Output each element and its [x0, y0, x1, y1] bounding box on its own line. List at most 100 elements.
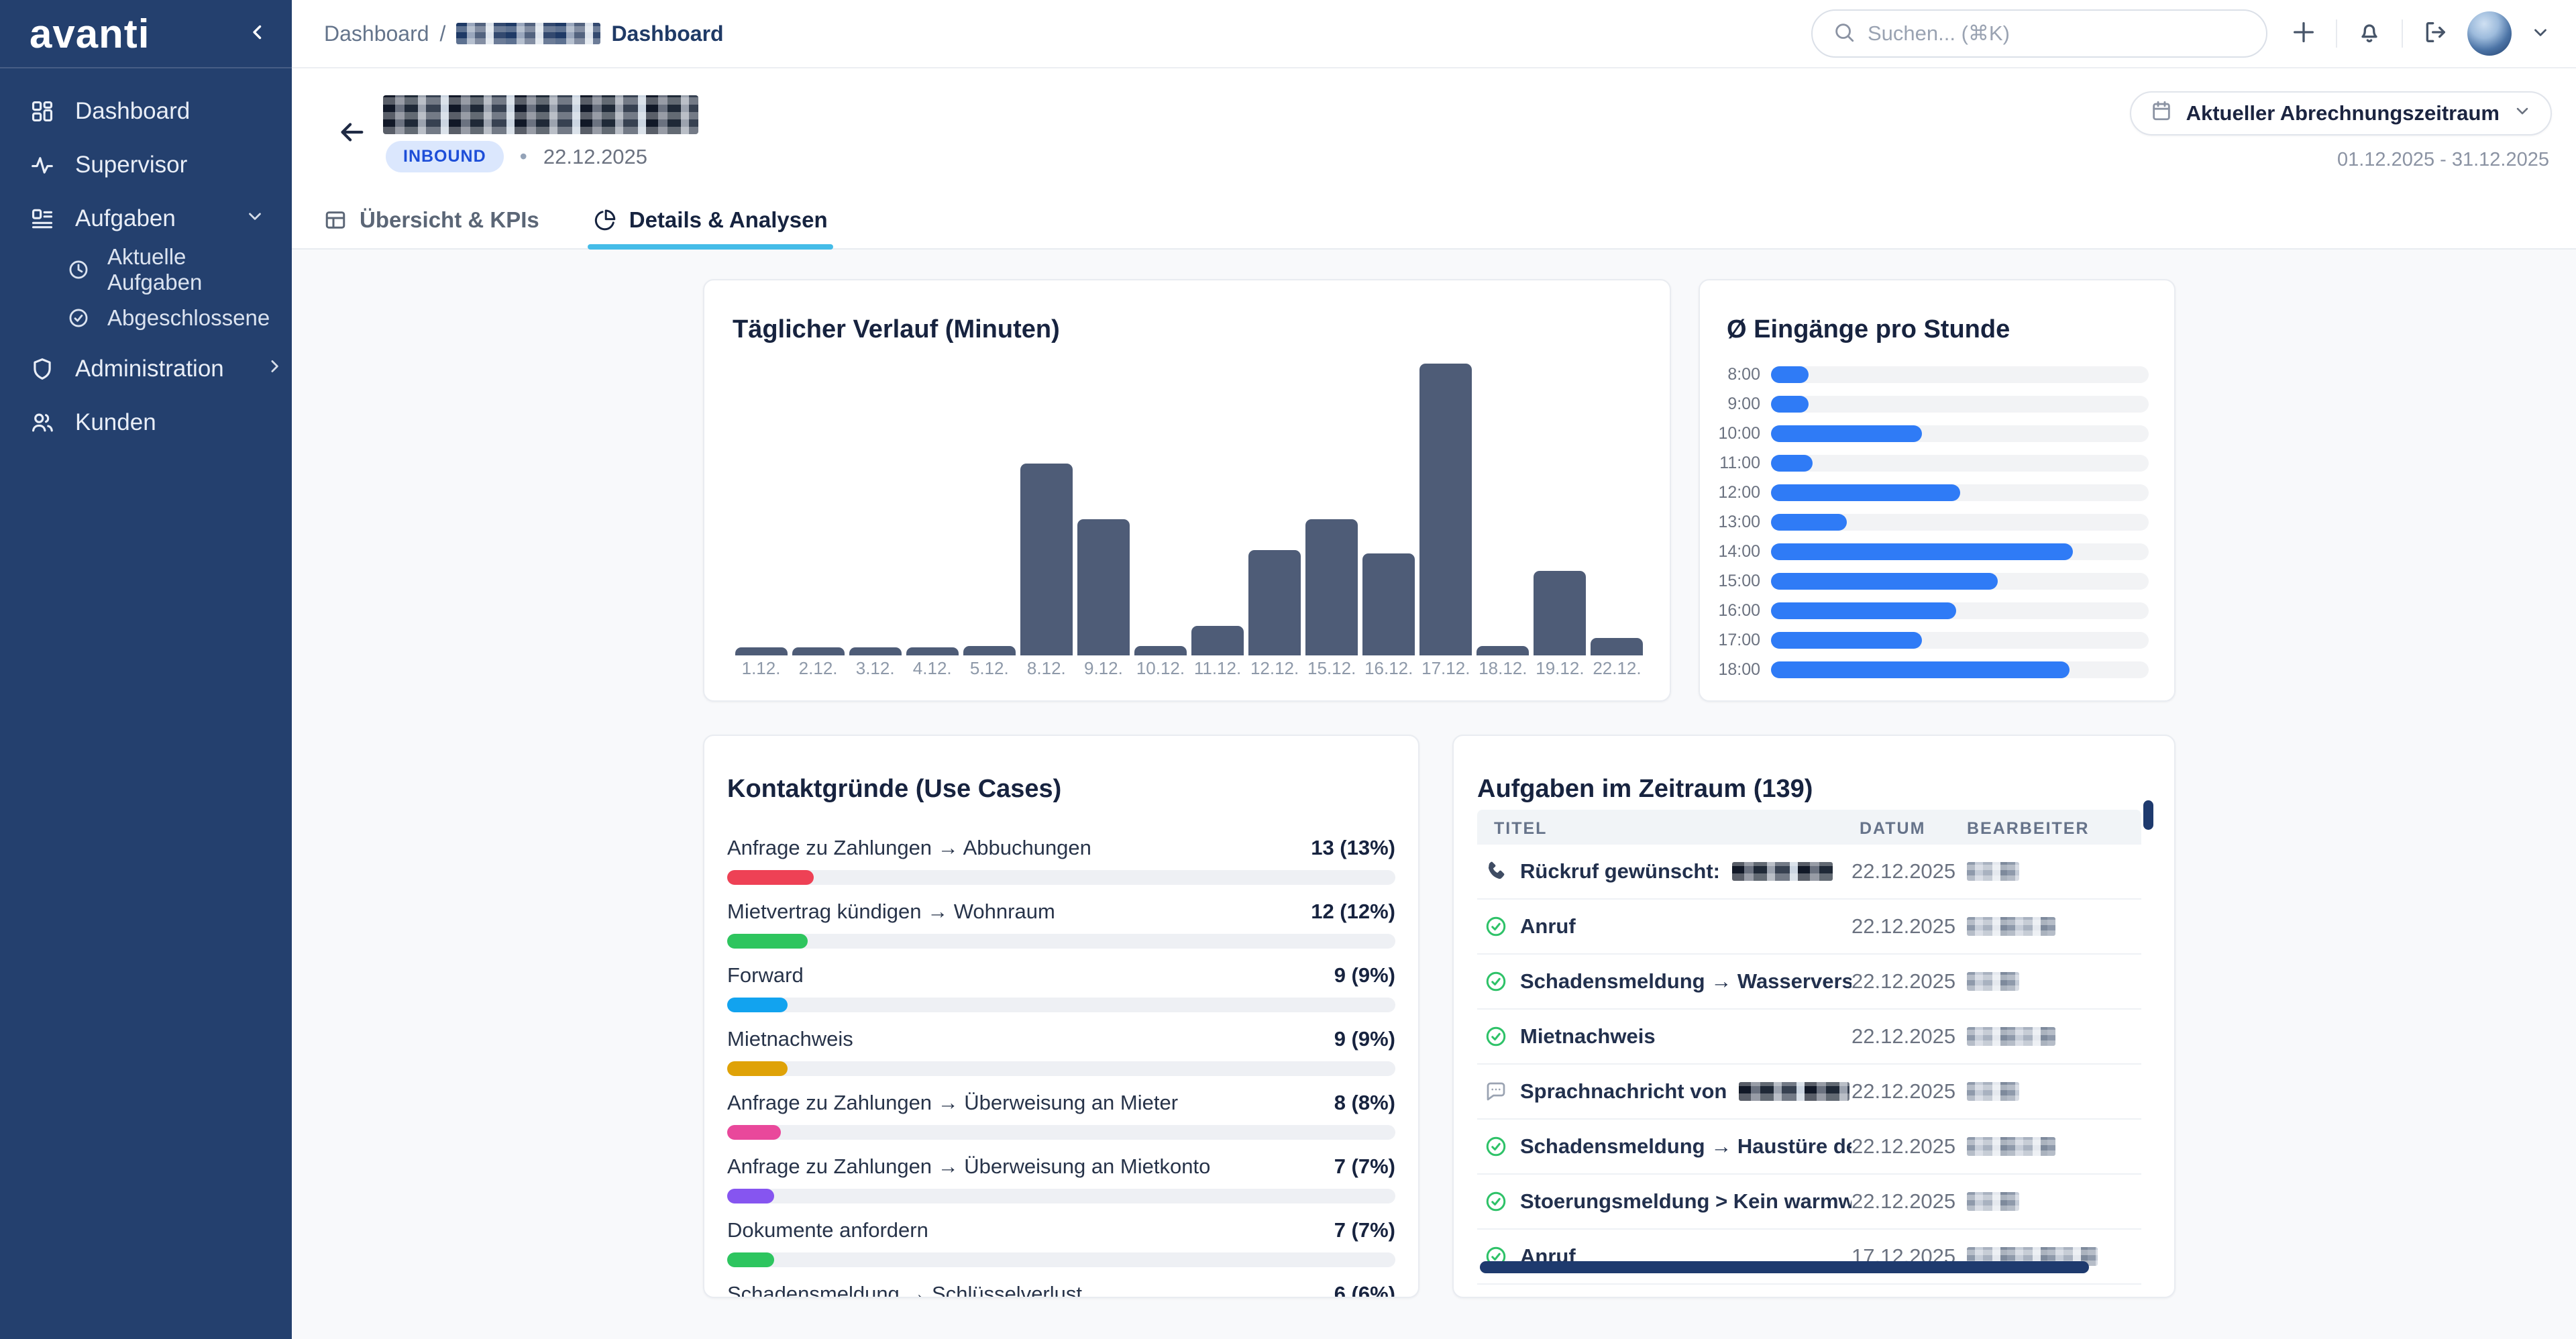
sidebar-item-dashboard[interactable]: Dashboard	[0, 85, 292, 138]
table-row[interactable]: Schadensmeldung → Haustüre defekt22.12.2…	[1477, 1120, 2141, 1175]
usecase-bar-track	[727, 1252, 1395, 1267]
hourly-axis-tick: 11:00	[1716, 453, 1760, 473]
daily-axis-tick: 9.12.	[1075, 658, 1132, 679]
billing-period-label: Aktueller Abrechnungszeitraum	[2186, 101, 2500, 125]
page-subtitle-row: INBOUND • 22.12.2025	[386, 141, 647, 172]
table-row[interactable]: Rückruf gewünscht: 22.12.2025	[1477, 845, 2141, 900]
pie-icon	[593, 208, 617, 232]
check-icon	[1484, 1189, 1508, 1214]
shield-icon	[30, 356, 55, 382]
task-title: Schadensmeldung → Wasserversorg...	[1520, 969, 1851, 994]
tab-details-analysen[interactable]: Details & Analysen	[593, 192, 828, 248]
usecase-bar-track	[727, 998, 1395, 1012]
search-input[interactable]	[1868, 21, 2246, 46]
notifications-button[interactable]	[2356, 19, 2383, 49]
table-row[interactable]: Mietnachweis22.12.2025	[1477, 1010, 2141, 1065]
horizontal-scrollbar[interactable]	[1480, 1261, 2089, 1273]
back-button[interactable]	[336, 117, 367, 151]
breadcrumb-separator: /	[440, 21, 446, 46]
hourly-row: 12:00	[1716, 478, 2149, 507]
task-title: Rückruf gewünscht:	[1520, 859, 1720, 883]
calendar-icon	[2150, 99, 2173, 127]
tab-bar: Übersicht & KPIs Details & Analysen	[323, 192, 828, 248]
table-row[interactable]: Anruf17.12.2025	[1477, 1230, 2141, 1285]
sidebar-item-kunden[interactable]: Kunden	[0, 396, 292, 449]
billing-period-dropdown[interactable]: Aktueller Abrechnungszeitraum	[2130, 91, 2552, 136]
users-icon	[30, 410, 55, 435]
chevron-down-icon	[245, 205, 265, 232]
chevron-right-icon	[264, 356, 284, 382]
topbar-actions	[2290, 11, 2551, 56]
daily-axis-tick: 18.12.	[1474, 658, 1532, 679]
usecase-label: Schadensmeldung → Schlüsselverlust	[727, 1282, 1082, 1298]
card-daily-minutes: Täglicher Verlauf (Minuten) 1.12.2.12.3.…	[703, 279, 1671, 702]
task-title: Anruf	[1520, 914, 1576, 939]
billing-period-range: 01.12.2025 - 31.12.2025	[2337, 149, 2549, 171]
table-row[interactable]: Anruf22.12.2025	[1477, 900, 2141, 955]
table-body: Rückruf gewünscht:22.12.2025Anruf22.12.2…	[1477, 845, 2141, 1285]
breadcrumb-current: Dashboard	[611, 21, 723, 46]
hourly-row: 8:00	[1716, 360, 2149, 389]
task-title-cell: Stoerungsmeldung > Kein warmwas...	[1477, 1189, 1851, 1214]
add-button[interactable]	[2290, 19, 2317, 49]
plus-icon	[2290, 19, 2317, 49]
sidebar-item-aufgaben[interactable]: Aufgaben	[0, 192, 292, 246]
check-icon	[1484, 1134, 1508, 1159]
table-row[interactable]: Stoerungsmeldung > Kein warmwas...22.12.…	[1477, 1175, 2141, 1230]
sidebar-item-label: Administration	[75, 356, 224, 382]
chevron-down-icon	[2513, 101, 2532, 125]
search-box[interactable]	[1811, 9, 2267, 58]
hourly-bar-track	[1771, 514, 2149, 531]
hourly-bar-track	[1771, 484, 2149, 501]
hourly-bar-track	[1771, 425, 2149, 442]
sidebar-item-label: Dashboard	[75, 98, 190, 125]
daily-bar-slot	[961, 364, 1018, 655]
card-title: Aufgaben im Zeitraum (139)	[1477, 775, 2174, 804]
sidebar-item-supervisor[interactable]: Supervisor	[0, 138, 292, 192]
table-header: TITEL DATUM BEARBEITER	[1477, 810, 2141, 845]
daily-bar-slot	[1246, 364, 1303, 655]
hourly-row: 13:00	[1716, 507, 2149, 537]
task-title-cell: Mietnachweis	[1477, 1024, 1851, 1049]
task-assignee-redacted	[1967, 1027, 2055, 1046]
card-title: Kontaktgründe (Use Cases)	[727, 775, 1395, 804]
daily-axis-tick: 2.12.	[790, 658, 847, 679]
sidebar-subitem-abgeschlossene[interactable]: Abgeschlossene	[0, 294, 292, 342]
daily-axis-tick: 1.12.	[733, 658, 790, 679]
usecase-bar-track	[727, 934, 1395, 949]
tasks-icon	[30, 206, 55, 231]
tab-übersicht-kpis[interactable]: Übersicht & KPIs	[323, 192, 539, 248]
sidebar-item-administration[interactable]: Administration	[0, 342, 292, 396]
table-row[interactable]: Schadensmeldung → Wasserversorg...22.12.…	[1477, 955, 2141, 1010]
task-title-cell: Schadensmeldung → Wasserversorg...	[1477, 969, 1851, 994]
card-usecases: Kontaktgründe (Use Cases) Anfrage zu Zah…	[703, 735, 1419, 1298]
daily-bar-slot	[847, 364, 904, 655]
hourly-bar-fill	[1771, 632, 1922, 649]
sidebar-collapse-button[interactable]	[246, 21, 269, 47]
account-menu-button[interactable]	[2530, 22, 2551, 46]
hourly-row: 18:00	[1716, 655, 2149, 684]
task-title-redacted-segment	[1732, 862, 1833, 881]
sidebar-item-label: Aufgaben	[75, 205, 176, 232]
avatar[interactable]	[2467, 11, 2512, 56]
daily-bar-slot	[733, 364, 790, 655]
logout-button[interactable]	[2422, 19, 2449, 49]
usecase-value: 13 (13%)	[1311, 836, 1395, 860]
card-tasks: Aufgaben im Zeitraum (139) TITEL DATUM B…	[1452, 735, 2176, 1298]
sidebar-subitem-aktuelle-aufgaben[interactable]: Aktuelle Aufgaben	[0, 246, 292, 294]
breadcrumb: Dashboard / Dashboard	[324, 21, 724, 46]
hourly-bar-track	[1771, 602, 2149, 619]
task-date: 22.12.2025	[1851, 859, 1959, 883]
table-row[interactable]: Sprachnachricht von22.12.2025	[1477, 1065, 2141, 1120]
content-area: Täglicher Verlauf (Minuten) 1.12.2.12.3.…	[292, 250, 2576, 1339]
breadcrumb-root[interactable]: Dashboard	[324, 21, 429, 46]
usecase-bar-fill	[727, 1061, 788, 1076]
daily-bar	[1191, 626, 1244, 655]
topbar: Dashboard / Dashboard	[292, 0, 2576, 68]
hourly-axis-tick: 9:00	[1716, 394, 1760, 414]
hourly-axis-tick: 13:00	[1716, 513, 1760, 532]
task-date: 22.12.2025	[1851, 1189, 1959, 1214]
chevron-left-icon	[246, 21, 269, 47]
vertical-scrollbar[interactable]	[2143, 800, 2153, 830]
card-title: Täglicher Verlauf (Minuten)	[733, 315, 1670, 344]
